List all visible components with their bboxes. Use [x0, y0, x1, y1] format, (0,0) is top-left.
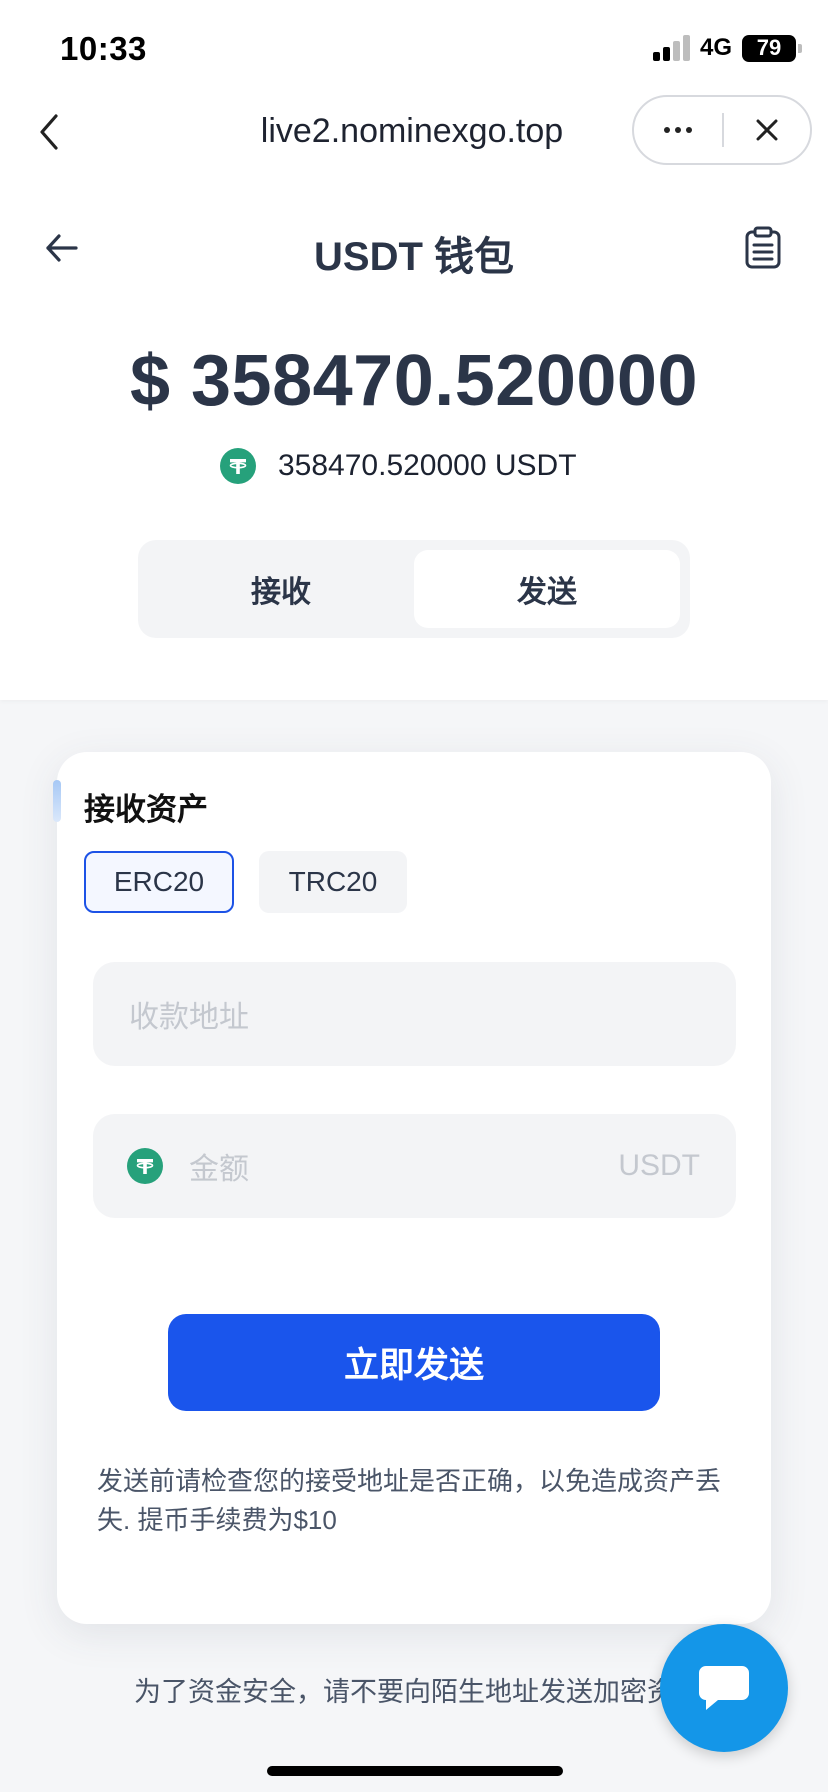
battery-icon: 79	[742, 34, 802, 62]
address-placeholder: 收款地址	[129, 1001, 249, 1034]
network-erc20-button[interactable]: ERC20	[84, 851, 234, 913]
tether-icon	[127, 1148, 163, 1184]
close-icon[interactable]	[724, 97, 810, 163]
card-title: 接收资产	[84, 792, 208, 827]
status-time: 10:33	[60, 30, 147, 67]
more-icon[interactable]	[634, 97, 722, 163]
address-input[interactable]: 收款地址	[93, 962, 736, 1066]
receive-send-tabs: 接收 发送	[138, 540, 690, 638]
battery-level: 79	[756, 35, 782, 60]
home-indicator	[267, 1766, 563, 1776]
balance-usdt-row: 358470.520000 USDT	[220, 448, 577, 484]
tab-send[interactable]: 发送	[414, 550, 680, 628]
amount-input[interactable]: 金额 USDT	[93, 1114, 736, 1218]
records-clipboard-icon[interactable]	[744, 226, 782, 270]
network-type: 4G	[699, 34, 732, 61]
send-warning-note: 发送前请检查您的接受地址是否正确，以免造成资产丢失. 提币手续费为$10	[97, 1466, 722, 1535]
cellular-signal-icon	[652, 35, 690, 61]
amount-placeholder: 金额	[189, 1153, 249, 1186]
send-form-card: 接收资产 ERC20 TRC20 收款地址 金额 USDT 立即发送 发送前请检…	[53, 752, 771, 1624]
send-now-button[interactable]: 立即发送	[168, 1314, 660, 1411]
chat-bubble-icon	[699, 1666, 749, 1710]
tab-receive[interactable]: 接收	[148, 550, 414, 628]
amount-unit: USDT	[618, 1149, 700, 1182]
balance-usdt: 358470.520000 USDT	[278, 449, 577, 482]
network-trc20-button[interactable]: TRC20	[259, 851, 407, 913]
page-title: USDT 钱包	[314, 235, 514, 279]
status-icons: 4G 79	[652, 34, 802, 62]
balance-amount: $ 358470.520000	[129, 341, 699, 421]
title-accent-bar	[53, 780, 61, 822]
chat-button[interactable]	[660, 1624, 788, 1752]
tether-icon	[220, 448, 256, 484]
browser-capsule	[632, 95, 812, 165]
